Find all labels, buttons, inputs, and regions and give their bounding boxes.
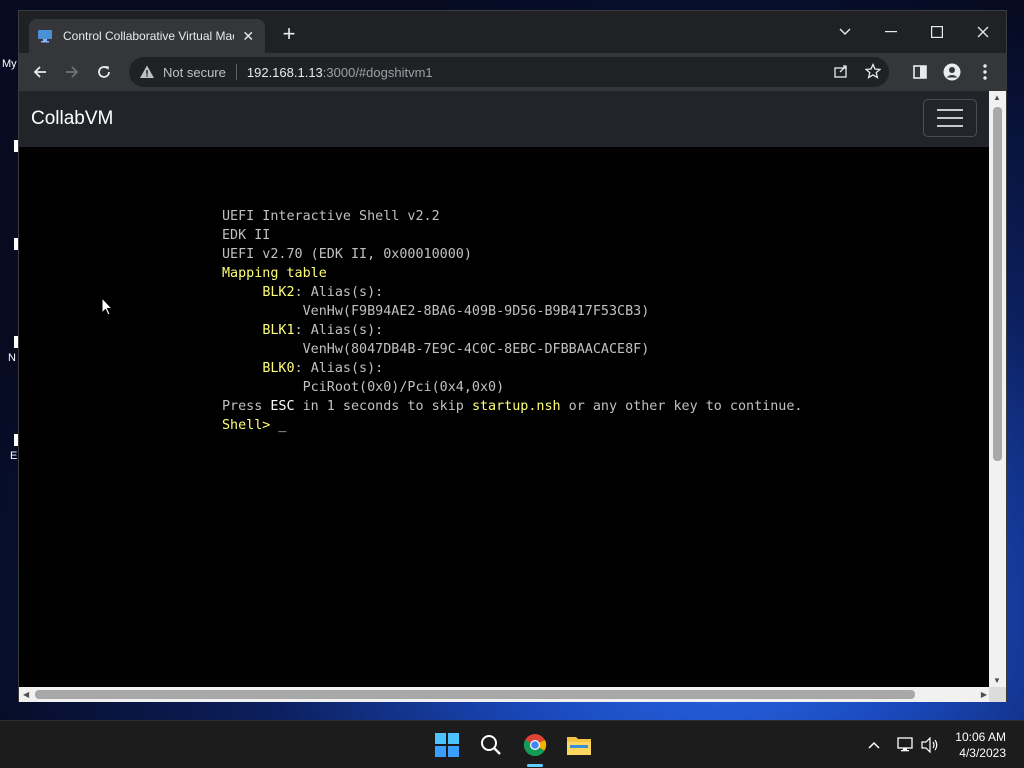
address-bar[interactable]: Not secure 192.168.1.13 :3000/#dogshitvm… — [129, 57, 889, 87]
hamburger-icon-bar — [937, 125, 963, 127]
scroll-left-arrow-icon[interactable]: ◀ — [23, 690, 29, 699]
hamburger-icon-bar — [937, 117, 963, 119]
minimize-button[interactable] — [868, 17, 914, 47]
taskbar: 10:06 AM 4/3/2023 — [0, 720, 1024, 768]
press-prefix: Press — [222, 399, 271, 414]
navbar-toggle-button[interactable] — [923, 99, 977, 137]
taskbar-chrome-button[interactable] — [519, 729, 551, 761]
alias-label: Alias(s): — [310, 361, 384, 376]
chrome-icon — [523, 734, 547, 756]
arrow-right-icon — [66, 66, 79, 78]
browser-toolbar: Not secure 192.168.1.13 :3000/#dogshitvm… — [19, 53, 1006, 91]
mouse-pointer-icon — [101, 297, 113, 316]
blk0-path: PciRoot(0x0)/Pci(0x4,0x0) — [302, 380, 505, 395]
blk2-name: BLK2 — [262, 285, 295, 300]
chevron-up-icon — [868, 741, 880, 749]
kebab-menu-icon — [983, 64, 987, 80]
taskbar-explorer-button[interactable] — [563, 729, 595, 761]
separator — [235, 64, 237, 80]
alias-label: Alias(s): — [310, 323, 384, 338]
tab-search-button[interactable] — [822, 17, 868, 47]
shell-prompt: Shell> — [222, 418, 271, 433]
console-line: UEFI v2.70 (EDK II, 0x00010000) — [222, 247, 472, 262]
profile-icon — [943, 63, 961, 81]
blk1-name: BLK1 — [262, 323, 295, 338]
side-panel-button[interactable] — [910, 62, 930, 82]
monitor-icon — [37, 29, 53, 43]
new-tab-button[interactable]: + — [277, 23, 301, 47]
console-line: UEFI Interactive Shell v2.2 — [222, 209, 440, 224]
security-label[interactable]: Not secure — [163, 65, 226, 80]
forward-button[interactable] — [61, 61, 83, 83]
minimize-icon — [885, 31, 897, 33]
close-icon — [977, 26, 989, 38]
url-path: :3000/#dogshitvm1 — [322, 64, 433, 80]
vm-display[interactable]: UEFI Interactive Shell v2.2 EDK II UEFI … — [31, 147, 991, 687]
press-mid: in 1 seconds to skip — [294, 399, 472, 414]
menu-button[interactable] — [975, 62, 995, 82]
tab-title: Control Collaborative Virtual Mac — [63, 29, 234, 43]
speaker-icon — [921, 737, 938, 753]
network-icon — [897, 737, 913, 752]
uefi-console: UEFI Interactive Shell v2.2 EDK II UEFI … — [222, 209, 803, 433]
file-explorer-icon — [567, 737, 591, 755]
windows-start-icon — [435, 733, 459, 757]
press-key: ESC — [270, 399, 295, 414]
scroll-up-arrow-icon[interactable]: ▲ — [993, 93, 1001, 102]
chevron-down-icon — [839, 28, 851, 35]
clock-time: 10:06 AM — [955, 730, 1006, 744]
scroll-down-arrow-icon[interactable]: ▼ — [993, 676, 1001, 685]
blk0-name: BLK0 — [262, 361, 295, 376]
press-suffix: or any other key to continue. — [560, 399, 803, 414]
horizontal-scroll-thumb[interactable] — [35, 690, 915, 699]
url-host: 192.168.1.13 — [246, 64, 323, 80]
tab-close-icon[interactable]: ✕ — [240, 28, 257, 45]
warning-icon[interactable] — [139, 64, 155, 80]
site-navbar: CollabVM — [19, 91, 991, 147]
search-icon — [481, 735, 501, 755]
bookmark-star-icon[interactable] — [864, 62, 882, 84]
active-app-indicator — [527, 764, 543, 767]
volume-status[interactable] — [920, 735, 940, 755]
title-bar: Control Collaborative Virtual Mac ✕ + — [19, 11, 1006, 53]
console-line: EDK II — [222, 228, 271, 243]
tray-overflow-button[interactable] — [864, 735, 884, 755]
maximize-icon — [931, 26, 943, 38]
taskbar-search-button[interactable] — [475, 729, 507, 761]
profile-button[interactable] — [942, 62, 962, 82]
network-status[interactable] — [896, 735, 916, 755]
browser-tab[interactable]: Control Collaborative Virtual Mac ✕ — [29, 19, 265, 53]
back-button[interactable] — [29, 61, 51, 83]
alias-label: Alias(s): — [310, 285, 384, 300]
console-line-mapping: Mapping table — [222, 266, 327, 281]
blk1-path: VenHw(8047DB4B-7E9C-4C0C-8EBC-DFBBAACACE… — [302, 342, 650, 357]
maximize-button[interactable] — [914, 17, 960, 47]
reload-button[interactable] — [93, 61, 115, 83]
vertical-scroll-thumb[interactable] — [993, 107, 1002, 461]
system-clock[interactable]: 10:06 AM 4/3/2023 — [955, 729, 1006, 761]
scrollbar-corner — [989, 687, 1006, 702]
startup-script: startup.nsh — [471, 399, 561, 414]
text-cursor: _ — [270, 418, 287, 433]
hamburger-icon-bar — [937, 109, 963, 111]
arrow-left-icon — [33, 66, 46, 78]
start-button[interactable] — [431, 729, 463, 761]
vertical-scrollbar[interactable]: ▲ ▼ — [989, 91, 1006, 687]
blk2-path: VenHw(F9B94AE2-8BA6-409B-9D56-B9B417F53C… — [302, 304, 650, 319]
site-brand[interactable]: CollabVM — [31, 108, 113, 130]
close-window-button[interactable] — [960, 17, 1006, 47]
scroll-right-arrow-icon[interactable]: ▶ — [981, 690, 987, 699]
horizontal-scrollbar[interactable]: ◀ ▶ — [19, 687, 991, 702]
reload-icon — [98, 66, 110, 78]
side-panel-icon — [913, 65, 927, 79]
browser-window: Control Collaborative Virtual Mac ✕ + No… — [18, 10, 1007, 702]
share-icon[interactable] — [833, 63, 849, 84]
page-content: CollabVM UEFI Interactive Shell v2.2 EDK… — [19, 91, 991, 687]
clock-date: 4/3/2023 — [959, 746, 1006, 760]
